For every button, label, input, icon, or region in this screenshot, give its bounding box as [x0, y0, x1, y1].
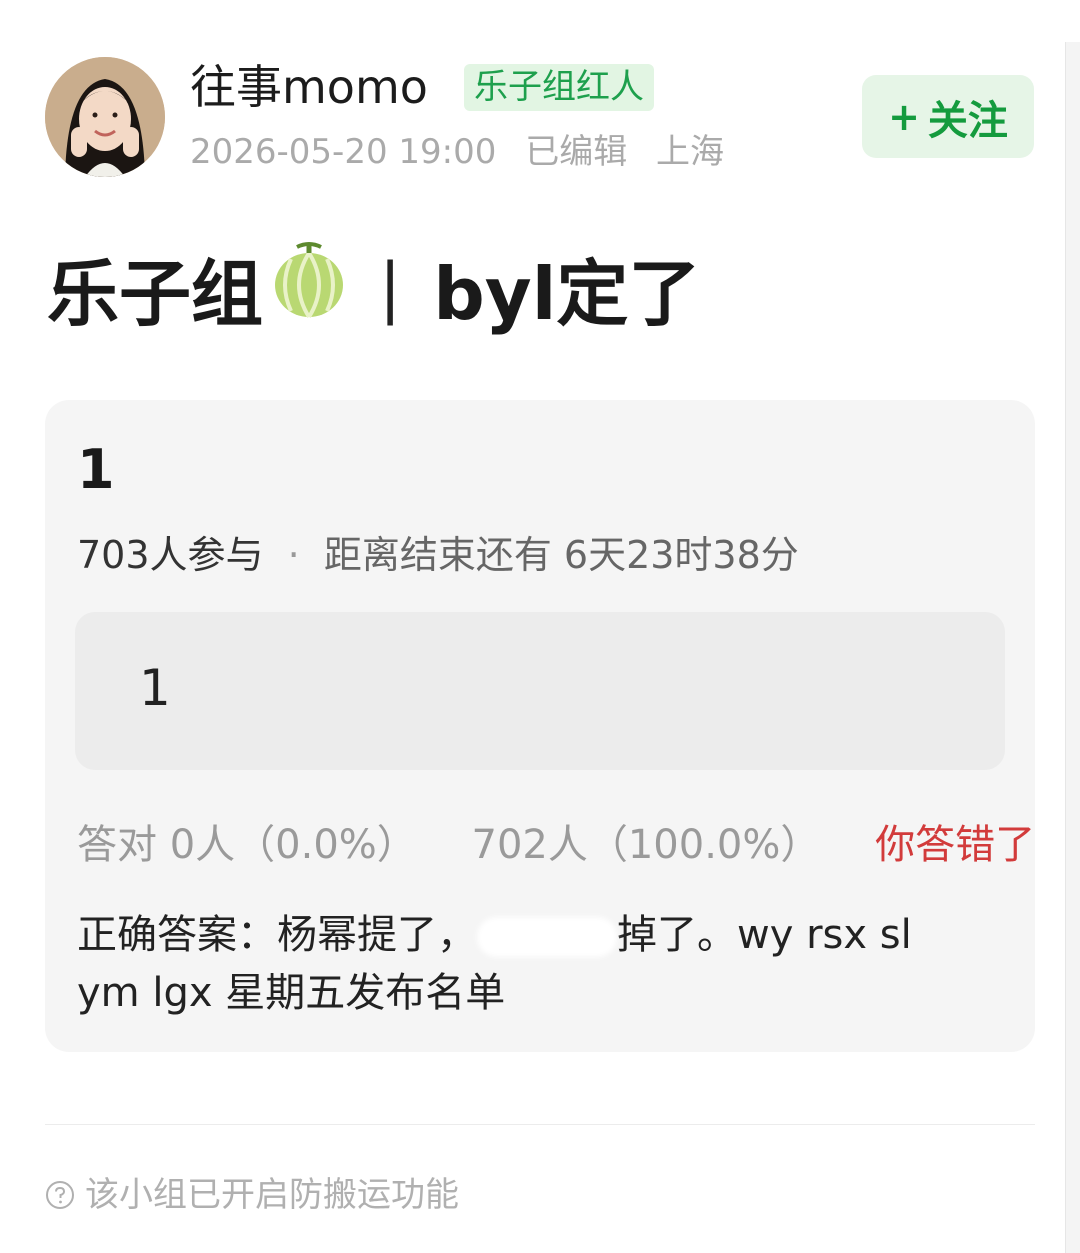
plus-icon: +	[888, 94, 920, 139]
post-location: 上海	[656, 132, 725, 172]
avatar-image	[45, 57, 165, 177]
option-stat: 702人（100.0%）	[471, 822, 821, 868]
meta-dot: ·	[287, 533, 300, 577]
redacted-mark	[477, 917, 617, 957]
edited-label: 已编辑	[525, 132, 628, 172]
follow-label: 关注	[927, 97, 1008, 144]
question-circle-icon	[46, 1181, 74, 1209]
post-date: 2026-05-20 19:00	[190, 132, 497, 172]
quiz-option[interactable]: 1	[75, 612, 1005, 770]
divider	[45, 1124, 1035, 1125]
follow-button[interactable]: + 关注	[862, 75, 1034, 158]
avatar[interactable]	[45, 57, 165, 177]
time-remaining: 距离结束还有 6天23时38分	[323, 533, 799, 577]
post-title-main: 乐子组	[47, 251, 264, 336]
notice-text: 该小组已开启防搬运功能	[85, 1175, 459, 1215]
post-title-suffix: byl定了	[433, 251, 701, 336]
author-badge[interactable]: 乐子组红人	[464, 64, 654, 111]
option-label: 1	[139, 659, 171, 717]
correct-answer: 正确答案：杨幂提了， 掉了。wy rsx sl ym lgx 星期五发布名单	[77, 906, 977, 1022]
title-separator: |	[379, 248, 402, 326]
author-name[interactable]: 往事momo	[190, 58, 428, 116]
scrollbar-track[interactable]	[1065, 42, 1080, 1253]
correct-stat: 答对 0人（0.0%）	[77, 822, 417, 868]
quiz-title: 1	[77, 438, 115, 501]
quiz-meta: 703人参与 · 距离结束还有 6天23时38分	[77, 530, 799, 580]
quiz-card: 1 703人参与 · 距离结束还有 6天23时38分 1 答对 0人（0.0%）…	[45, 400, 1035, 1052]
result-wrong: 你答错了	[875, 822, 1036, 868]
melon-icon	[271, 239, 347, 336]
anti-repost-notice: 该小组已开启防搬运功能	[45, 1172, 459, 1218]
post-title: 乐子组 | byl定了	[47, 241, 700, 336]
participants-count: 703人参与	[77, 533, 264, 577]
answer-prefix: 正确答案：杨幂提了，	[77, 912, 477, 958]
quiz-stats: 答对 0人（0.0%） 702人（100.0%） 你答错了	[77, 818, 1035, 872]
post-meta: 2026-05-20 19:00 已编辑 上海	[190, 130, 724, 174]
